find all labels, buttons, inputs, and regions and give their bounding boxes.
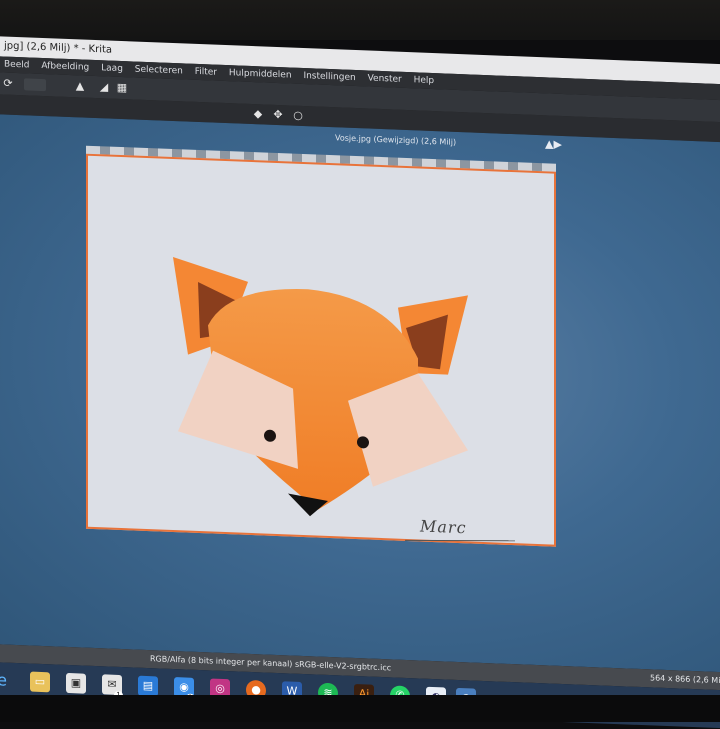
- image-canvas[interactable]: [86, 153, 556, 547]
- edge-icon[interactable]: e: [0, 670, 12, 691]
- eraser-icon[interactable]: ◆: [252, 107, 264, 120]
- krita-transform-icon[interactable]: ▲: [74, 79, 86, 92]
- menu-item-afbeelding[interactable]: Afbeelding: [41, 61, 89, 73]
- menu-item-filter[interactable]: Filter: [195, 67, 217, 78]
- krita-grid-icon[interactable]: ▦: [116, 81, 128, 94]
- photo-background-bottom: [0, 695, 720, 722]
- calendar-icon[interactable]: ▤: [138, 675, 158, 697]
- artist-signature: Marc: [420, 516, 467, 538]
- menu-item-laag[interactable]: Laag: [101, 63, 123, 74]
- menu-item-selecteren[interactable]: Selecteren: [135, 65, 183, 77]
- menu-item-instellingen[interactable]: Instellingen: [303, 71, 355, 83]
- brush-icon[interactable]: ◢: [98, 80, 110, 93]
- fox-artwork: [173, 257, 468, 517]
- menu-item-venster[interactable]: Venster: [368, 74, 402, 85]
- brush-preset-button[interactable]: [24, 78, 46, 92]
- store-icon[interactable]: ▣: [66, 672, 86, 694]
- move-icon[interactable]: ✥: [272, 108, 284, 121]
- window-title: jpg] (2,6 Milj) * - Krita: [4, 40, 113, 56]
- mirror-icon[interactable]: ▲▶: [545, 137, 562, 151]
- folder-icon[interactable]: ▭: [30, 671, 50, 693]
- refresh-icon[interactable]: ⟳: [2, 77, 14, 90]
- menu-item-beeld[interactable]: Beeld: [4, 60, 29, 71]
- monitor-screen: jpg] (2,6 Milj) * - Krita Beeld Afbeeldi…: [0, 30, 720, 729]
- menu-item-help[interactable]: Help: [414, 75, 435, 86]
- menu-item-hulpmiddelen[interactable]: Hulpmiddelen: [229, 68, 292, 80]
- reset-icon[interactable]: ○: [292, 109, 304, 122]
